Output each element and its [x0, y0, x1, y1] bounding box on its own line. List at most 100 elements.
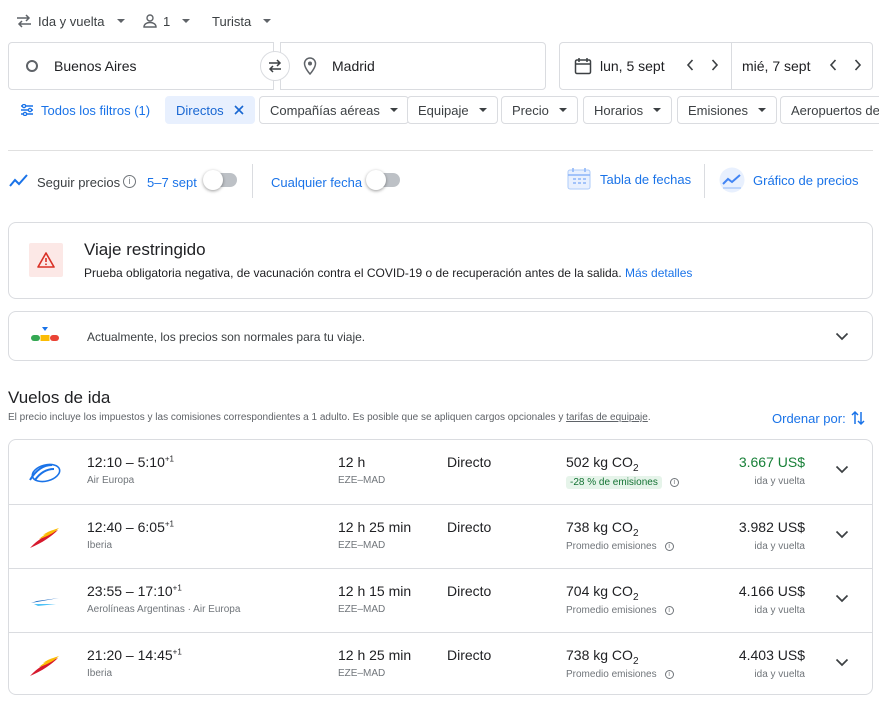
flight-stops: Directo: [447, 454, 492, 470]
trend-icon: [9, 174, 29, 188]
expand-flight-button[interactable]: [835, 594, 849, 603]
any-date-label: Cualquier fecha: [271, 175, 363, 190]
price-insight-text: Actualmente, los precios son normales pa…: [87, 330, 366, 344]
passengers-select[interactable]: 1: [143, 10, 191, 32]
origin-field[interactable]: Buenos Aires: [8, 42, 274, 90]
emission-note-text: Promedio emisiones: [566, 605, 657, 616]
results-note-end: .: [647, 412, 651, 423]
price-note: ida y vuelta: [754, 605, 805, 616]
flight-price: 4.166 US$: [738, 583, 805, 599]
next-return-date-button[interactable]: [854, 59, 862, 71]
all-filters-label: Todos los filtros (1): [41, 102, 151, 118]
info-icon[interactable]: i: [664, 670, 674, 679]
chevron-down-icon: [263, 19, 272, 23]
co2-subscript: 2: [632, 655, 639, 667]
bag-fees-link[interactable]: tarifas de equipaje: [566, 412, 648, 423]
person-icon: [143, 14, 157, 28]
price-note: ida y vuelta: [754, 476, 805, 487]
close-icon[interactable]: [234, 105, 244, 115]
airports-filter-label: Aeropuertos de: [791, 102, 879, 118]
co2-emissions: 502 kg CO2: [566, 454, 639, 474]
flight-price: 3.667 US$: [738, 454, 805, 470]
flight-route: EZE–MAD: [338, 475, 386, 486]
cabin-select[interactable]: Turista: [212, 10, 272, 32]
price-graph-button[interactable]: Gráfico de precios: [719, 167, 859, 193]
emission-note: -28 % de emisiones i: [566, 476, 679, 489]
airline-name: Iberia: [87, 540, 113, 551]
airline-name: Aerolíneas Argentinas · Air Europa: [87, 604, 241, 615]
chevron-down-icon: [835, 658, 849, 667]
info-icon[interactable]: i: [669, 478, 679, 487]
flight-route: EZE–MAD: [338, 604, 386, 615]
flight-price: 4.403 US$: [738, 647, 805, 663]
any-date-toggle[interactable]: [366, 170, 400, 190]
arrival-time: 14:45: [137, 647, 173, 663]
info-icon[interactable]: i: [664, 606, 674, 615]
airlines-filter-chip[interactable]: Compañías aéreas: [259, 96, 409, 124]
results-note-text: El precio incluye los impuestos y las co…: [8, 412, 564, 423]
emission-note: Promedio emisiones i: [566, 669, 674, 680]
co2-value: 502 kg CO: [566, 454, 633, 470]
expand-flight-button[interactable]: [835, 465, 849, 474]
flight-row[interactable]: 12:10 – 5:10+1 Air Europa 12 h EZE–MAD Direc…: [9, 440, 872, 504]
flight-duration: 12 h 25 min: [338, 519, 412, 535]
times-filter-chip[interactable]: Horarios: [583, 96, 673, 124]
expand-flight-button[interactable]: [835, 658, 849, 667]
chevron-left-icon: [686, 59, 694, 71]
chevron-down-icon: [653, 108, 662, 112]
flight-row[interactable]: 21:20 – 14:45+1 Iberia 12 h 25 min EZE–MAD D…: [9, 632, 872, 696]
direct-filter-chip[interactable]: Directos: [165, 96, 255, 124]
date-divider: [731, 42, 732, 90]
co2-subscript: 2: [632, 591, 639, 603]
price-filter-chip[interactable]: Precio: [501, 96, 578, 124]
airports-filter-chip[interactable]: Aeropuertos de: [780, 96, 879, 124]
bags-filter-chip[interactable]: Equipaje: [407, 96, 498, 124]
trip-type-select[interactable]: Ida y vuelta: [16, 10, 125, 32]
results-note: El precio incluye los impuestos y las co…: [8, 412, 651, 423]
price-insight-card[interactable]: Actualmente, los precios son normales pa…: [8, 311, 873, 361]
prev-depart-date-button[interactable]: [686, 59, 694, 71]
passengers-count: 1: [163, 13, 171, 29]
chevron-left-icon: [829, 59, 837, 71]
flight-row[interactable]: 23:55 – 17:10+1 Aerolíneas Argentinas · A…: [9, 568, 872, 632]
all-filters-button[interactable]: Todos los filtros (1): [8, 96, 161, 124]
expand-icon[interactable]: [835, 332, 849, 341]
toggle-knob: [203, 170, 223, 190]
day-offset: +1: [164, 519, 174, 529]
prev-return-date-button[interactable]: [829, 59, 837, 71]
arrival-time: 6:05: [137, 519, 165, 535]
sort-button[interactable]: Ordenar por:: [772, 410, 866, 426]
departure-time: 21:20: [87, 647, 123, 663]
flight-route: EZE–MAD: [338, 540, 386, 551]
emissions-filter-chip[interactable]: Emisiones: [677, 96, 777, 124]
chevron-down-icon: [835, 594, 849, 603]
date-grid-button[interactable]: Tabla de fechas: [567, 167, 691, 191]
times-filter-label: Horarios: [594, 102, 644, 118]
flight-times: 12:40 – 6:05+1: [87, 519, 174, 535]
track-dates-toggle[interactable]: [203, 170, 237, 190]
info-icon[interactable]: i: [664, 542, 674, 551]
flight-duration: 12 h 15 min: [338, 583, 412, 599]
next-depart-date-button[interactable]: [711, 59, 719, 71]
destination-value: Madrid: [332, 58, 375, 74]
swap-button[interactable]: [260, 51, 290, 81]
airlines-filter-label: Compañías aéreas: [270, 102, 380, 118]
restricted-travel-card: Viaje restringido Prueba obligatoria neg…: [8, 222, 873, 299]
divider: [252, 164, 253, 198]
expand-flight-button[interactable]: [835, 530, 849, 539]
flight-route: EZE–MAD: [338, 668, 386, 679]
emission-note: Promedio emisiones i: [566, 541, 674, 552]
track-prices-label: Seguir precios: [37, 175, 121, 190]
co2-emissions: 738 kg CO2: [566, 519, 639, 539]
chevron-down-icon: [835, 530, 849, 539]
airline-logo-icon: [27, 651, 63, 679]
return-date[interactable]: mié, 7 sept: [742, 58, 810, 74]
day-offset: +1: [172, 647, 182, 657]
more-details-link[interactable]: Más detalles: [625, 266, 692, 280]
price-filter-label: Precio: [512, 102, 549, 118]
depart-date[interactable]: lun, 5 sept: [600, 58, 665, 74]
info-icon[interactable]: i: [123, 175, 136, 188]
flight-price: 3.982 US$: [738, 519, 805, 535]
destination-field[interactable]: Madrid: [280, 42, 546, 90]
flight-row[interactable]: 12:40 – 6:05+1 Iberia 12 h 25 min EZE–MAD Di…: [9, 504, 872, 568]
